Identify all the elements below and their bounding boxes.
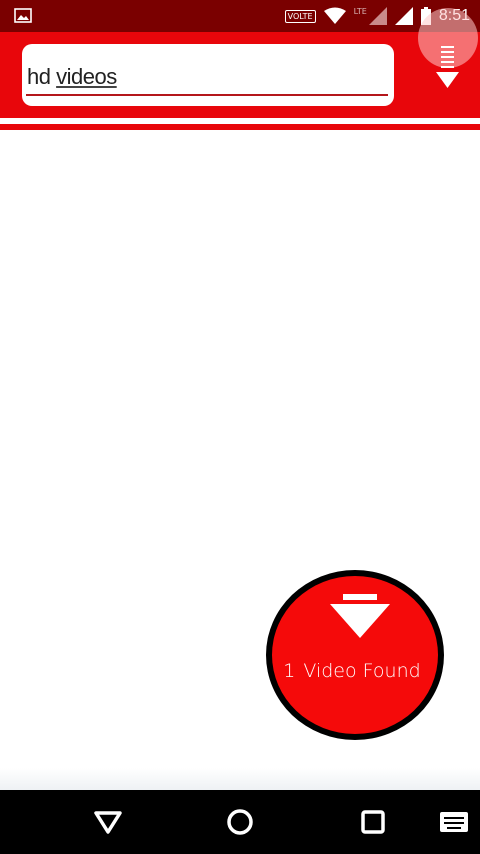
wifi-icon <box>323 7 346 24</box>
network-type: LTE <box>353 6 367 16</box>
search-input[interactable]: hd videos <box>22 44 394 106</box>
image-notification-icon <box>14 8 32 23</box>
video-found-text: Video Found <box>303 660 421 682</box>
search-query-word-1: hd <box>27 64 51 89</box>
toolbar-divider <box>0 124 480 130</box>
download-arrow-icon <box>330 594 390 638</box>
content-bottom-edge <box>0 768 480 790</box>
search-underline <box>26 94 388 96</box>
video-count: 1 <box>283 660 296 682</box>
status-bar: VOLTE LTE 8:51 <box>0 0 480 32</box>
search-query-word-2: videos <box>56 64 117 89</box>
search-query: hd videos <box>27 64 117 90</box>
app-bar: hd videos <box>0 8 480 118</box>
download-list-button[interactable] <box>418 8 478 92</box>
video-found-label: 1 Video Found <box>272 660 432 682</box>
video-found-button[interactable]: 1 Video Found <box>266 570 444 740</box>
keyboard-icon[interactable] <box>438 808 470 836</box>
home-icon[interactable] <box>224 808 256 836</box>
volte-badge: VOLTE <box>284 9 316 23</box>
recents-icon[interactable] <box>357 808 389 836</box>
signal-icon <box>394 7 413 25</box>
signal-weak-icon <box>368 7 387 25</box>
back-icon[interactable] <box>92 808 124 836</box>
navigation-bar <box>0 790 480 854</box>
download-list-icon <box>436 46 459 88</box>
